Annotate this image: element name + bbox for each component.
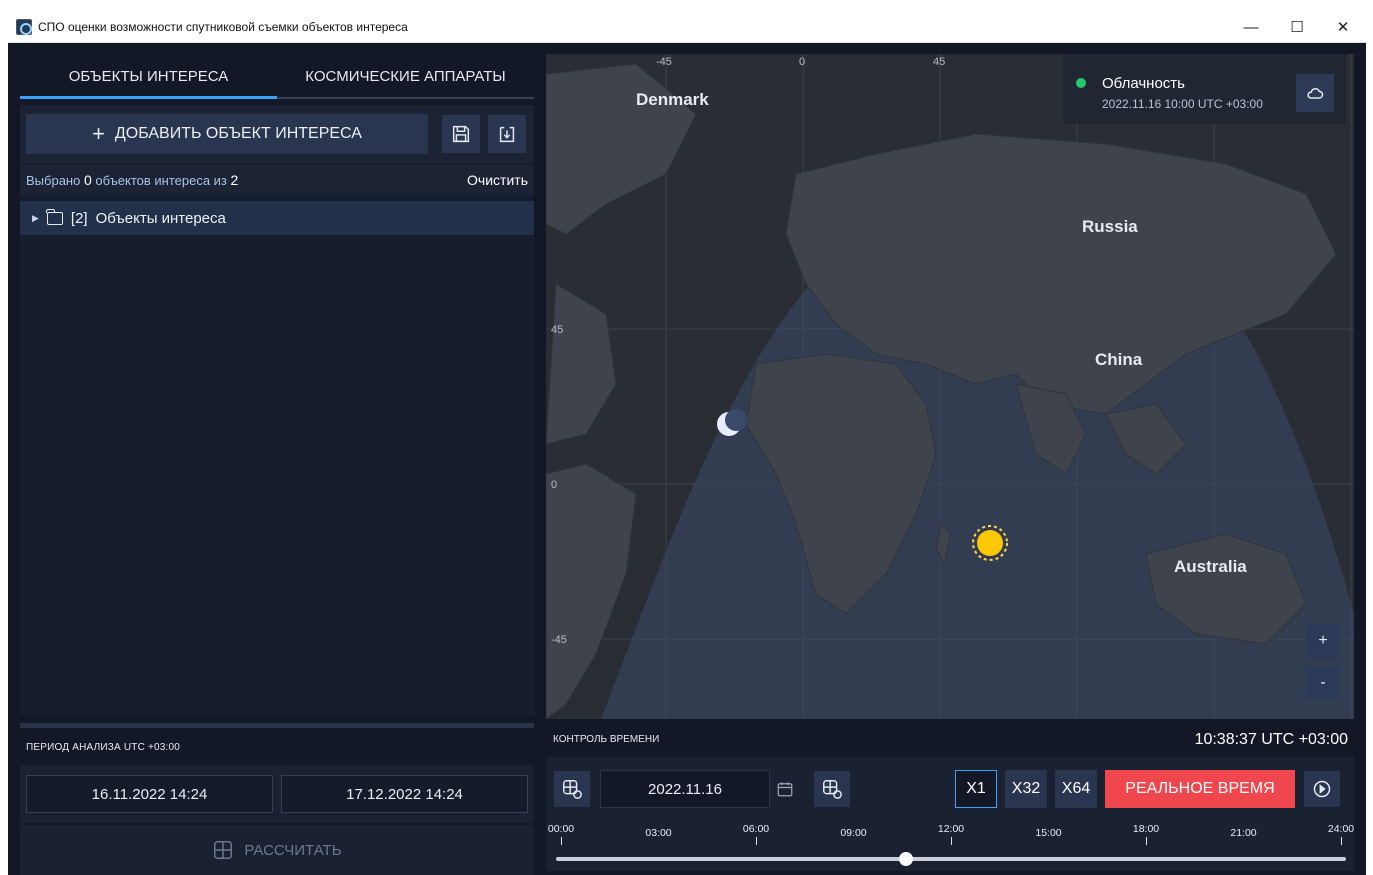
plus-icon: +	[92, 121, 105, 146]
timeline-track[interactable]	[556, 857, 1346, 861]
play-button[interactable]	[1304, 771, 1340, 807]
maximize-button[interactable]: ☐	[1274, 11, 1320, 43]
close-button[interactable]: ✕	[1320, 11, 1366, 43]
period-inputs: 16.11.2022 14:24 17.12.2022 14:24	[20, 765, 534, 823]
speed-x64-button[interactable]: X64	[1055, 770, 1097, 808]
country-label: Denmark	[636, 90, 709, 109]
time-control-label: КОНТРОЛЬ ВРЕМЕНИ	[553, 734, 660, 745]
timeline-tick	[561, 837, 562, 845]
calendar-icon[interactable]	[776, 780, 794, 798]
zoom-out-button[interactable]: -	[1306, 666, 1340, 700]
add-object-button[interactable]: + ДОБАВИТЬ ОБЪЕКТ ИНТЕРЕСА	[26, 114, 428, 154]
timeline[interactable]: 00:00 03:00 06:00 09:00 12:00 15:00 18:00 21:00…	[548, 823, 1354, 867]
selection-prefix: Выбрано	[26, 173, 81, 188]
timeline-tick	[1146, 837, 1147, 845]
timeline-tick	[1341, 837, 1342, 845]
selection-middle: объектов интереса из	[95, 173, 227, 188]
map-canvas	[546, 54, 1354, 719]
cloud-toggle-button[interactable]	[1296, 74, 1334, 112]
lat-tick: 0	[551, 479, 558, 491]
app-icon	[16, 18, 32, 35]
current-clock: 10:38:37 UTC +03:00	[1194, 731, 1348, 748]
timeline-label: 00:00	[547, 823, 575, 835]
window-title: СПО оценки возможности спутниковой съемк…	[38, 19, 408, 34]
calendar-grid-icon	[823, 780, 842, 799]
app-body: ОБЪЕКТЫ ИНТЕРЕСА КОСМИЧЕСКИЕ АППАРАТЫ + …	[8, 43, 1366, 875]
minimize-button[interactable]: —	[1228, 11, 1274, 43]
objects-panel: + ДОБАВИТЬ ОБЪЕКТ ИНТЕРЕСА Выбрано 0 объ…	[20, 105, 534, 715]
world-map[interactable]: -45 0 45 45 0 -45 Denmark Russia China A…	[546, 54, 1354, 719]
timeline-label: 21:00	[1230, 827, 1257, 839]
tree-item-count: [2]	[70, 209, 88, 227]
cloud-title: Облачность	[1102, 75, 1185, 92]
objects-toolbar: + ДОБАВИТЬ ОБЪЕКТ ИНТЕРЕСА	[20, 105, 534, 163]
selection-total: 2	[230, 172, 239, 188]
cloud-icon	[1307, 88, 1324, 99]
prev-day-button[interactable]	[554, 771, 590, 807]
timeline-label: 15:00	[1035, 827, 1062, 839]
lon-tick: 45	[933, 56, 946, 68]
zoom-in-button[interactable]: +	[1306, 624, 1340, 658]
timeline-label: 24:00	[1327, 823, 1355, 835]
cloud-layer-panel: Облачность 2022.11.16 10:00 UTC +03:00	[1063, 54, 1346, 124]
timeline-label: 12:00	[937, 823, 965, 835]
tab-spacecraft[interactable]: КОСМИЧЕСКИЕ АППАРАТЫ	[277, 53, 534, 99]
tab-bar: ОБЪЕКТЫ ИНТЕРЕСА КОСМИЧЕСКИЕ АППАРАТЫ	[20, 53, 534, 99]
lon-tick: -45	[656, 56, 672, 68]
timeline-label: 09:00	[840, 827, 867, 839]
period-start-field[interactable]: 16.11.2022 14:24	[26, 775, 273, 813]
folder-icon	[46, 208, 63, 225]
calculate-label: РАССЧИТАТЬ	[244, 841, 342, 859]
tab-objects[interactable]: ОБЪЕКТЫ ИНТЕРЕСА	[20, 53, 277, 99]
tree-item-objects[interactable]: ▶ [2] Объекты интереса	[20, 201, 534, 235]
calculator-icon	[214, 841, 233, 859]
expand-caret-icon[interactable]: ▶	[32, 213, 39, 224]
clear-selection-link[interactable]: Очистить	[467, 172, 528, 188]
timeline-tick	[951, 837, 952, 845]
selection-text: Выбрано 0 объектов интереса из 2	[26, 172, 238, 188]
speed-x1-button[interactable]: X1	[955, 770, 997, 808]
country-label: Russia	[1082, 217, 1138, 236]
cloud-time: 2022.11.16 10:00 UTC +03:00	[1102, 97, 1263, 111]
calendar-grid-icon	[563, 780, 582, 799]
lon-tick: 0	[799, 56, 806, 68]
tree-item-label: Объекты интереса	[95, 209, 226, 227]
country-label: Australia	[1174, 557, 1247, 576]
window-titlebar: СПО оценки возможности спутниковой съемк…	[8, 11, 1366, 43]
calculate-button[interactable]: РАССЧИТАТЬ	[20, 825, 534, 875]
date-input[interactable]: 2022.11.16	[600, 770, 770, 808]
selection-summary: Выбрано 0 объектов интереса из 2 Очистит…	[20, 165, 534, 195]
timeline-tick	[756, 837, 757, 845]
timeline-label: 18:00	[1132, 823, 1160, 835]
period-end-field[interactable]: 17.12.2022 14:24	[281, 775, 528, 813]
panel-separator	[20, 723, 534, 728]
selection-count: 0	[83, 172, 92, 188]
time-control-bar: 2022.11.16 X1 X32 X64 РЕАЛЬНОЕ ВРЕМЯ 00:…	[546, 757, 1354, 871]
timeline-label: 03:00	[645, 827, 672, 839]
lat-tick: -45	[551, 634, 567, 646]
realtime-button[interactable]: РЕАЛЬНОЕ ВРЕМЯ	[1105, 770, 1295, 808]
speed-x32-button[interactable]: X32	[1005, 770, 1047, 808]
add-object-label: ДОБАВИТЬ ОБЪЕКТ ИНТЕРЕСА	[114, 125, 362, 142]
speed-controls: X1 X32 X64 РЕАЛЬНОЕ ВРЕМЯ	[955, 763, 1340, 815]
import-icon	[499, 126, 515, 143]
window-controls: — ☐ ✕	[1228, 11, 1366, 43]
next-day-button[interactable]	[814, 771, 850, 807]
save-icon	[452, 125, 470, 143]
import-button[interactable]	[488, 115, 526, 153]
lat-tick: 45	[551, 324, 564, 336]
date-controls: 2022.11.16	[554, 763, 850, 815]
timeline-knob[interactable]	[898, 852, 913, 866]
country-label: China	[1095, 350, 1143, 369]
cloud-status-indicator	[1076, 78, 1086, 88]
play-icon	[1313, 780, 1331, 798]
save-button[interactable]	[442, 115, 480, 153]
period-label: ПЕРИОД АНАЛИЗА UTC +03:00	[26, 742, 181, 753]
left-panel: ОБЪЕКТЫ ИНТЕРЕСА КОСМИЧЕСКИЕ АППАРАТЫ + …	[20, 53, 534, 875]
timeline-label: 06:00	[742, 823, 770, 835]
